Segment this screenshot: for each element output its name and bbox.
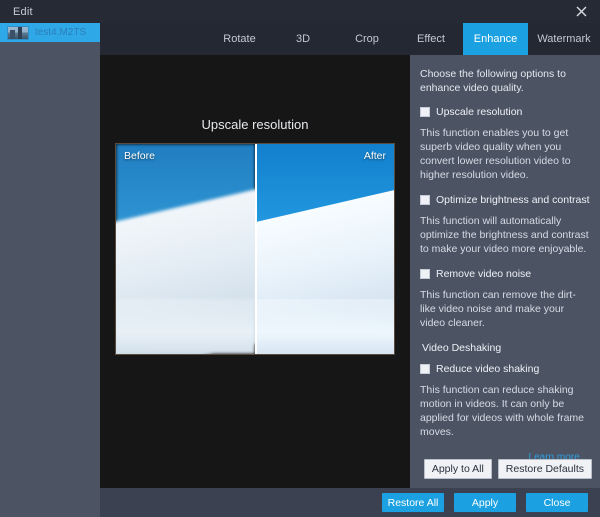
list-item-clip[interactable]: test4.M2TS [0,23,100,42]
options-intro-text: Choose the following options to enhance … [420,67,590,95]
tab-watermark[interactable]: Watermark [528,23,600,55]
checkbox-icon[interactable] [420,269,430,279]
tab-bar: Rotate 3D Crop Effect Enhance Watermark [100,23,600,55]
close-button[interactable]: Close [526,493,588,512]
checkbox-icon[interactable] [420,195,430,205]
checkbox-remove-video-noise[interactable]: Remove video noise [420,267,590,281]
preview-pane-after: After [255,144,394,354]
restore-defaults-button[interactable]: Restore Defaults [498,459,592,479]
preview-pane-before: Before [116,144,255,354]
checkbox-icon[interactable] [420,364,430,374]
tab-crop[interactable]: Crop [335,23,399,55]
after-label: After [364,150,386,162]
panel-button-row: Apply to All Restore Defaults [424,459,592,479]
apply-to-all-button[interactable]: Apply to All [424,459,492,479]
optimize-brightness-contrast-description: This function will automatically optimiz… [420,214,590,256]
snow-foreground-shape [116,299,255,354]
dialog-footer: Restore All Apply Close [100,488,600,517]
checkbox-label: Upscale resolution [436,105,522,119]
tab-enhance[interactable]: Enhance [463,23,528,55]
close-icon[interactable] [562,0,600,23]
preview-title: Upscale resolution [100,117,410,132]
title-bar: Edit [0,0,600,23]
tab-3d[interactable]: 3D [271,23,335,55]
clip-sidebar: test4.M2TS [0,23,100,517]
enhance-options-panel: Choose the following options to enhance … [410,55,600,488]
tab-effect[interactable]: Effect [399,23,463,55]
apply-button[interactable]: Apply [454,493,516,512]
preview-stage: Upscale resolution [100,55,410,488]
checkbox-upscale-resolution[interactable]: Upscale resolution [420,105,590,119]
checkbox-optimize-brightness-contrast[interactable]: Optimize brightness and contrast [420,193,590,207]
checkbox-label: Remove video noise [436,267,531,281]
upscale-resolution-description: This function enables you to get superb … [420,126,590,182]
remove-video-noise-description: This function can remove the dirt-like v… [420,288,590,330]
tab-bar-spacer [100,23,208,55]
edit-dialog: Edit test4.M2TS Rotate 3D Crop Effect En… [0,0,600,517]
restore-all-button[interactable]: Restore All [382,493,444,512]
before-image [116,144,255,354]
before-after-comparison: Before [115,143,395,355]
checkbox-label: Optimize brightness and contrast [436,193,590,207]
video-deshaking-section-label: Video Deshaking [422,341,590,355]
after-image [257,144,394,354]
reduce-video-shaking-description: This function can reduce shaking motion … [420,383,590,439]
ski-pole-right [256,145,258,146]
snow-foreground-shape [257,299,394,354]
checkbox-label: Reduce video shaking [436,362,539,376]
clip-name: test4.M2TS [35,27,86,38]
ski-pole-right [116,145,117,146]
checkbox-reduce-video-shaking[interactable]: Reduce video shaking [420,362,590,376]
window-title: Edit [13,6,33,18]
tab-rotate[interactable]: Rotate [208,23,271,55]
video-thumbnail-icon [7,26,29,40]
before-label: Before [124,150,155,162]
checkbox-icon[interactable] [420,107,430,117]
